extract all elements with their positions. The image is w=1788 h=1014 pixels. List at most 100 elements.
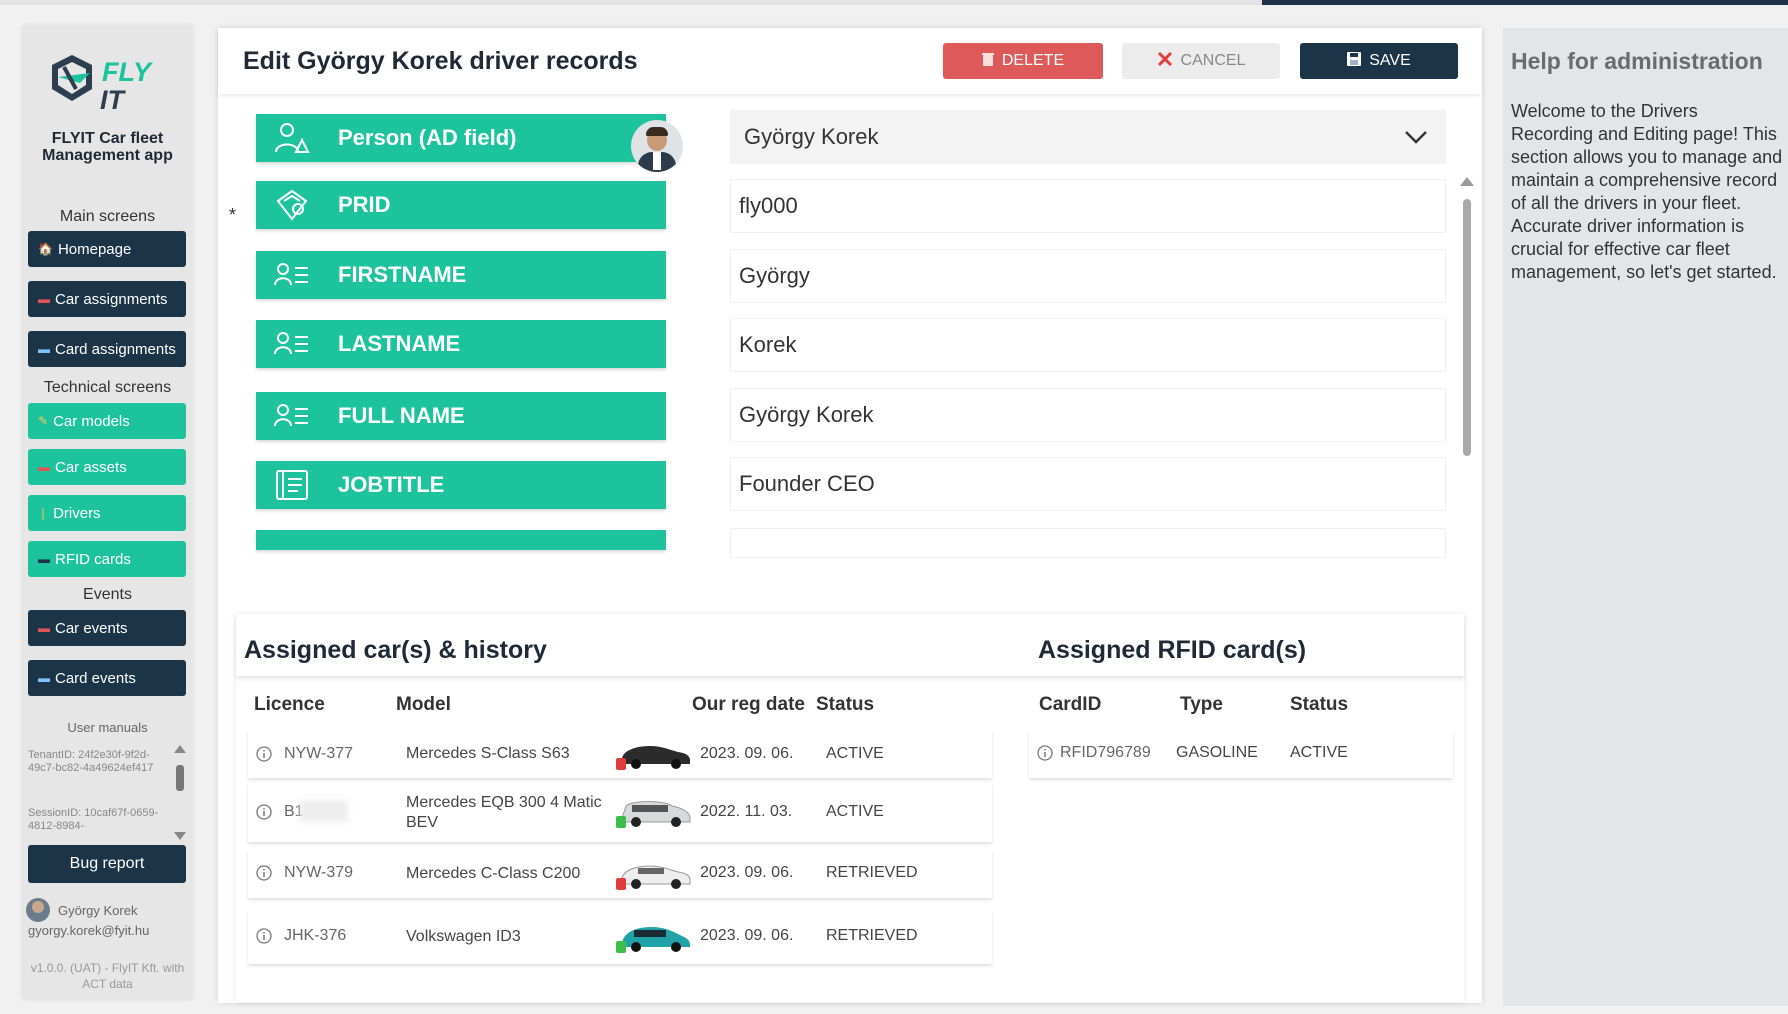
firstname-label: FIRSTNAME	[256, 251, 666, 299]
col-model: Model	[396, 694, 451, 715]
chevron-down-icon[interactable]	[1404, 125, 1428, 151]
wrench-icon: ✎	[38, 414, 49, 428]
floppy-icon	[1347, 51, 1362, 71]
nav-homepage[interactable]: 🏠 Homepage	[28, 231, 186, 267]
person-label-text: Person (AD field)	[338, 125, 517, 150]
fingerprint-shield-icon	[274, 189, 310, 221]
card-icon: ▬	[38, 671, 50, 685]
cell-type: GASOLINE	[1176, 744, 1258, 761]
sidebar-info-scrollbar[interactable]	[174, 745, 186, 840]
nav-car-assignments[interactable]: ▬ Car assignments	[28, 281, 186, 317]
car-icon: ▬	[38, 460, 50, 474]
info-icon[interactable]	[256, 746, 272, 762]
form-scrollbar[interactable]	[1460, 177, 1474, 614]
cell-model: Mercedes EQB 300 4 Matic BEV	[406, 794, 602, 831]
car-image	[616, 736, 694, 772]
prid-input[interactable]: fly000	[730, 179, 1446, 233]
avatar	[26, 898, 50, 922]
user-list-icon	[274, 400, 310, 432]
nav-label: Drivers	[53, 504, 101, 522]
nav-card-assignments[interactable]: ▬ Card assignments	[28, 331, 186, 367]
prid-label: PRID	[256, 181, 666, 229]
nav-label: Car models	[53, 412, 130, 430]
person-select[interactable]: György Korek	[730, 110, 1446, 164]
sidebar: FLY IT FLYIT Car fleet Management app Ma…	[22, 25, 193, 1000]
required-marker: *	[229, 205, 237, 225]
cell-status: ACTIVE	[826, 745, 884, 762]
jobtitle-input[interactable]: Founder CEO	[730, 457, 1446, 511]
section-main-screens: Main screens	[59, 208, 156, 225]
nav-label: Card assignments	[55, 340, 176, 358]
card-icon: ▬	[38, 552, 50, 566]
document-icon	[274, 469, 310, 501]
main-panel: Edit György Korek driver records DELETE …	[218, 28, 1482, 1003]
save-button[interactable]: SAVE	[1300, 43, 1458, 79]
trash-icon	[981, 52, 994, 71]
table-row[interactable]: JHK-376 Volkswagen ID3 2023. 09. 06. RET…	[248, 910, 992, 964]
current-user: György Korek	[26, 898, 137, 922]
user-email: gyorgy.korek@fyit.hu	[28, 923, 150, 938]
close-icon	[1157, 51, 1173, 72]
blurred-licence	[300, 800, 348, 822]
delete-button[interactable]: DELETE	[943, 43, 1103, 79]
scrollbar-thumb[interactable]	[1463, 199, 1471, 456]
fullname-label-text: FULL NAME	[338, 403, 465, 428]
firstname-label-text: FIRSTNAME	[338, 262, 467, 287]
cell-status: ACTIVE	[826, 803, 884, 820]
table-row[interactable]: B1 Mercedes EQB 300 4 Matic BEV 2022. 11…	[248, 782, 992, 842]
svg-text:FLY: FLY	[102, 57, 154, 87]
bug-report-button[interactable]: Bug report	[28, 845, 186, 883]
cell-date: 2023. 09. 06.	[700, 864, 794, 881]
user-name: György Korek	[58, 902, 138, 918]
cars-title: Assigned car(s) & history	[244, 636, 547, 664]
home-icon: 🏠	[38, 242, 53, 256]
assignments-header: Assigned car(s) & history Assigned RFID …	[236, 614, 1464, 676]
cell-model: Mercedes C-Class C200	[406, 865, 581, 882]
person-icon	[274, 122, 310, 154]
session-id: SessionID: 10caf67f-0659-4812-8984-	[28, 807, 159, 832]
info-icon[interactable]	[256, 865, 272, 881]
nav-car-assets[interactable]: ▬ Car assets	[28, 449, 186, 485]
card-icon: ▬	[38, 342, 50, 356]
rfid-row[interactable]: RFID796789 GASOLINE ACTIVE	[1029, 730, 1453, 778]
lastname-input[interactable]: Korek	[730, 318, 1446, 372]
car-icon: ▬	[38, 292, 50, 306]
driver-icon: ❘	[38, 506, 49, 520]
cell-model: Volkswagen ID3	[406, 928, 521, 945]
info-icon[interactable]	[1037, 745, 1053, 761]
cell-licence: NYW-377	[284, 745, 354, 762]
cancel-button[interactable]: CANCEL	[1122, 43, 1280, 79]
nav-label: Car events	[55, 619, 128, 637]
table-row[interactable]: NYW-377 Mercedes S-Class S63 2023. 09. 0…	[248, 730, 992, 778]
car-icon: ▬	[38, 621, 50, 635]
next-field-input[interactable]	[730, 528, 1446, 558]
nav-label: RFID cards	[55, 550, 131, 568]
delete-label: DELETE	[1001, 52, 1065, 69]
cancel-label: CANCEL	[1180, 52, 1246, 69]
firstname-input[interactable]: György	[730, 249, 1446, 303]
fullname-input[interactable]: György Korek	[730, 388, 1446, 442]
nav-label: Car assets	[55, 458, 127, 476]
user-list-icon	[274, 328, 310, 360]
nav-rfid-cards[interactable]: ▬ RFID cards	[28, 541, 186, 577]
car-image	[616, 794, 694, 830]
version-text: v1.0.0. (UAT) - FlyIT Kft. with ACT data	[30, 961, 185, 991]
section-events: Events	[83, 586, 132, 603]
info-icon[interactable]	[256, 804, 272, 820]
svg-text:IT: IT	[100, 85, 127, 115]
top-line-accent	[1262, 0, 1788, 5]
person-avatar	[631, 120, 683, 172]
help-title: Help for administration	[1511, 48, 1763, 74]
nav-drivers[interactable]: ❘ Drivers	[28, 495, 186, 531]
rfid-title: Assigned RFID card(s)	[1038, 636, 1307, 664]
page-header: Edit György Korek driver records DELETE …	[218, 28, 1482, 94]
info-icon[interactable]	[256, 928, 272, 944]
nav-card-events[interactable]: ▬ Card events	[28, 660, 186, 696]
user-list-icon	[274, 259, 310, 291]
nav-car-events[interactable]: ▬ Car events	[28, 610, 186, 646]
table-row[interactable]: NYW-379 Mercedes C-Class C200 2023. 09. …	[248, 850, 992, 898]
col-status: Status	[816, 694, 875, 715]
lastname-label: LASTNAME	[256, 320, 666, 368]
nav-car-models[interactable]: ✎ Car models	[28, 403, 186, 439]
col-type: Type	[1180, 694, 1223, 715]
